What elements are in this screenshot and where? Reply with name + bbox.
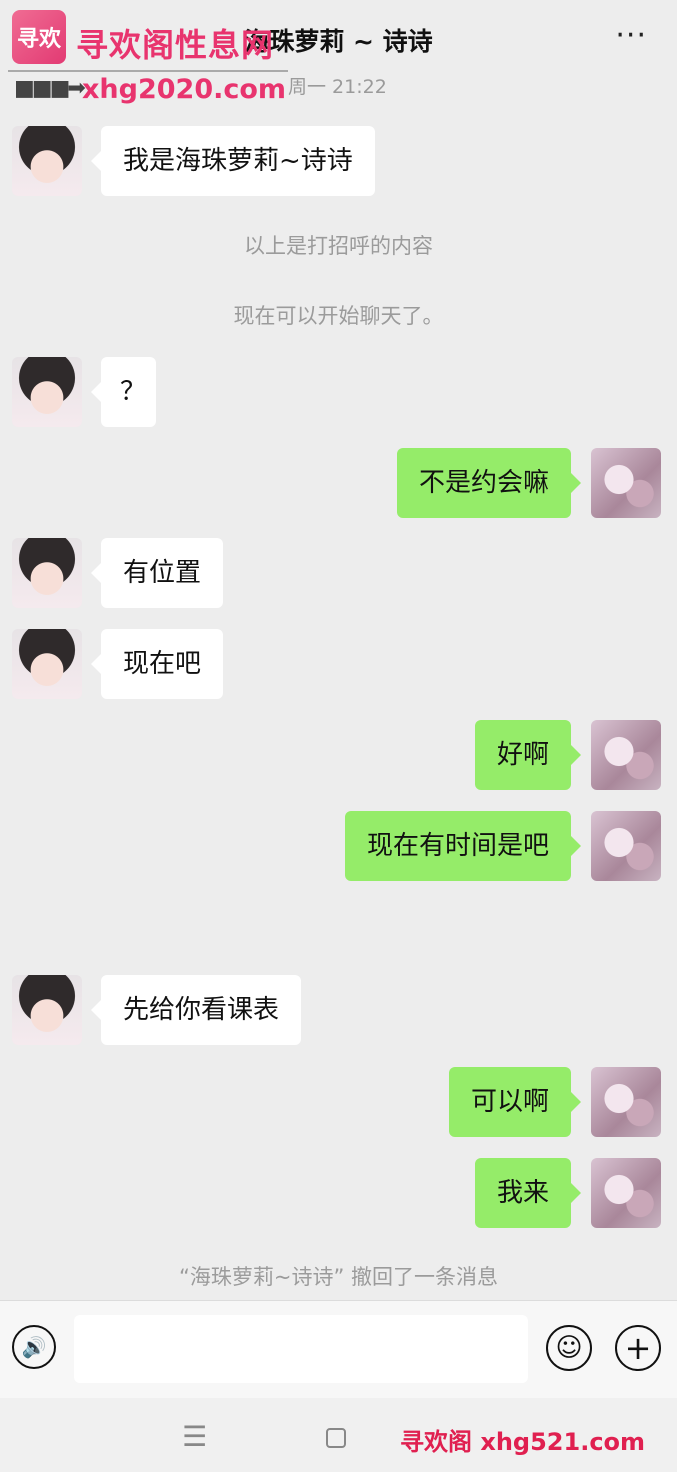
message-bubble-incoming[interactable]: 我是海珠萝莉~诗诗: [91, 126, 375, 196]
system-note-greeting: 以上是打招呼的内容: [244, 234, 433, 258]
system-nav-bar: ☰ 寻欢阁 xhg521.com: [0, 1398, 677, 1472]
watermark-logo: 寻欢: [12, 10, 66, 64]
contact-avatar[interactable]: [12, 126, 82, 196]
message-bubble-outgoing[interactable]: 现在有时间是吧: [344, 811, 582, 881]
message-bubble-incoming[interactable]: 有位置: [90, 538, 224, 608]
chat-timestamp: 周一 21:22: [288, 76, 387, 98]
message-bubble-outgoing[interactable]: 好啊: [474, 720, 582, 790]
message-input-bar: 🔊 ☺ +: [0, 1300, 677, 1399]
watermark-bottom-text: 寻欢阁 xhg521.com: [400, 1428, 646, 1456]
message-bubble-outgoing[interactable]: 不是约会嘛: [396, 448, 582, 518]
my-avatar[interactable]: [591, 1158, 661, 1228]
watermark-url: xhg2020.com: [82, 74, 287, 105]
message-bubble-outgoing[interactable]: 可以啊: [448, 1067, 582, 1137]
contact-avatar[interactable]: [12, 629, 82, 699]
menu-icon[interactable]: ☰: [182, 1420, 207, 1453]
message-bubble-incoming[interactable]: 先给你看课表: [90, 975, 302, 1045]
my-avatar[interactable]: [591, 448, 661, 518]
contact-avatar[interactable]: [12, 538, 82, 608]
emoji-icon[interactable]: ☺: [546, 1325, 592, 1371]
my-avatar[interactable]: [591, 720, 661, 790]
watermark-arrow-icon: ■■■➡: [14, 76, 86, 101]
system-note-start: 现在可以开始聊天了。: [233, 304, 444, 328]
message-bubble-incoming[interactable]: ？: [91, 357, 156, 427]
my-avatar[interactable]: [591, 811, 661, 881]
system-note-recall: “海珠萝莉~诗诗” 撤回了一条消息: [178, 1265, 499, 1289]
message-bubble-incoming[interactable]: 现在吧: [90, 629, 224, 699]
watermark-divider: [8, 70, 288, 72]
watermark-site-name: 寻欢阁性息网: [76, 26, 275, 64]
message-bubble-outgoing[interactable]: 我来: [474, 1158, 582, 1228]
home-square-icon[interactable]: [326, 1428, 346, 1448]
more-options-icon[interactable]: ···: [615, 18, 647, 53]
message-input[interactable]: [74, 1315, 528, 1383]
contact-avatar[interactable]: [12, 357, 82, 427]
voice-input-icon[interactable]: 🔊: [12, 1325, 56, 1369]
contact-avatar[interactable]: [12, 975, 82, 1045]
my-avatar[interactable]: [591, 1067, 661, 1137]
plus-icon[interactable]: +: [615, 1325, 661, 1371]
